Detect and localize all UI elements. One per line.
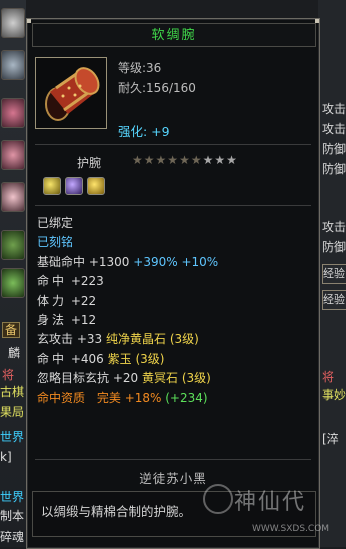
quality-grade: 完美 [96, 390, 121, 405]
yellow-gem-icon [43, 177, 61, 195]
bg-text: 制本 [0, 509, 25, 523]
star-rating: ★★★★★★★★★ [132, 153, 238, 167]
bg-text: 世界 [0, 430, 25, 444]
tooltip-title-bar: 软绸腕 [32, 23, 316, 47]
watermark-logo-icon [203, 484, 233, 514]
gem-attribute-row: 命中 +406 紫玉 (3级) [37, 350, 312, 369]
skill-slot-icon[interactable] [1, 50, 25, 80]
gem-name: 紫玉 (3级) [107, 351, 165, 366]
attr-value: +223 [70, 274, 104, 289]
bg-text: 防御 [322, 240, 346, 254]
attr-label: 命中 [37, 274, 68, 289]
bg-text: 事妙 [322, 388, 346, 402]
attr-value: +20 [112, 371, 139, 386]
divider [35, 205, 311, 206]
item-level: 等级:36 [118, 61, 162, 75]
bg-text: 攻击 [322, 122, 346, 136]
attribute-row: 基础命中 +1300 +390% +10% [37, 253, 312, 272]
attribute-row: 体力 +22 [37, 292, 312, 311]
attr-bonus: +390% +10% [133, 254, 219, 269]
star-icon: ★ [214, 153, 227, 167]
attr-value: +1300 [88, 254, 130, 269]
skill-slot-icon[interactable] [1, 98, 25, 128]
purple-gem-icon [65, 177, 83, 195]
gem-attribute-row: 玄攻击 +33 纯净黄晶石 (3级) [37, 330, 312, 349]
bg-exp-label: 经验 [323, 267, 345, 280]
star-icon: ★ [226, 153, 238, 167]
bg-text: [淬 [322, 432, 339, 446]
bg-text: 将 [322, 370, 335, 384]
attribute-row: 身法 +12 [37, 311, 312, 330]
attribute-list: 已绑定 已刻铭 基础命中 +1300 +390% +10% 命中 +223 体力… [37, 214, 312, 408]
attr-label: 命中 [37, 351, 68, 366]
bg-text: 攻击 [322, 102, 346, 116]
gem-name: 纯净黄晶石 (3级) [106, 332, 199, 347]
attr-value: +33 [76, 332, 103, 347]
bound-status: 已绑定 [37, 216, 74, 230]
attr-label: 身法 [37, 312, 68, 327]
gold-gem-icon [87, 177, 105, 195]
attribute-row: 命中 +223 [37, 272, 312, 291]
bg-text: 攻击 [322, 220, 346, 234]
frame-corner [315, 19, 319, 23]
skill-slot-icon[interactable] [1, 8, 25, 38]
bg-text: 古棋 [0, 385, 25, 399]
gem-attribute-row: 忽略目标玄抗 +20 黄冥石 (3级) [37, 369, 312, 388]
bg-text: 防御 [322, 142, 346, 156]
quality-percent: +18% [124, 390, 162, 405]
gem-name: 黄冥石 (3级) [142, 371, 211, 386]
bg-exp-button[interactable]: 经验 [322, 264, 346, 284]
skill-slot-icon[interactable] [1, 230, 25, 260]
attr-value: +12 [70, 312, 97, 327]
attr-label: 忽略目标玄抗 [37, 371, 110, 386]
item-durability: 耐久:156/160 [118, 81, 196, 95]
item-name: 软绸腕 [151, 28, 197, 43]
attr-label: 玄攻击 [37, 332, 74, 347]
star-icon: ★ [167, 153, 180, 167]
divider [35, 144, 311, 145]
bg-text: k] [0, 450, 12, 464]
bg-text: 世界 [0, 490, 25, 504]
star-icon: ★ [155, 153, 168, 167]
item-tooltip: 软绸腕 等级:36 耐久:156/160 强化: +9 护腕 ★★★★★★★★★… [26, 18, 320, 549]
star-icon: ★ [143, 153, 156, 167]
bg-text: 将 [2, 368, 15, 382]
star-icon: ★ [179, 153, 191, 167]
watermark-logo-text: 神仙代 [234, 490, 307, 515]
skill-slot-icon[interactable] [1, 182, 25, 212]
bg-equip-button[interactable]: 备 [2, 322, 21, 338]
star-icon: ★ [132, 153, 144, 167]
attr-label: 基础命中 [37, 254, 86, 269]
skill-slot-icon[interactable] [1, 268, 25, 298]
bg-text: 防御 [322, 162, 346, 176]
star-icon: ★ [190, 153, 203, 167]
quality-bonus: (+234) [165, 390, 208, 405]
item-enhance: 强化: +9 [118, 124, 170, 139]
attr-value: +406 [70, 351, 104, 366]
left-skill-bar [0, 0, 26, 547]
quality-label: 命中资质 [37, 390, 86, 405]
star-icon: ★ [202, 153, 215, 167]
bg-text: 碎魂 [0, 530, 25, 544]
frame-corner [27, 19, 31, 23]
bg-exp-label: 经验 [323, 293, 345, 306]
bg-text: 麟 [8, 346, 21, 360]
attr-label: 体力 [37, 293, 68, 308]
item-description: 以绸缎与精棉合制的护腕。 [41, 504, 192, 519]
watermark-url: WWW.SXDS.COM [252, 524, 330, 534]
item-icon-frame [35, 57, 107, 129]
bracer-icon [45, 67, 100, 121]
bg-text: 果局 [0, 405, 25, 419]
skill-slot-icon[interactable] [1, 140, 25, 170]
divider [35, 459, 311, 460]
engrave-status: 已刻铭 [37, 235, 74, 250]
quality-row: 命中资质 完美 +18% (+234) [37, 389, 312, 408]
bg-exp-button[interactable]: 经验 [322, 290, 346, 310]
item-type: 护腕 [77, 156, 102, 170]
attr-value: +22 [70, 293, 97, 308]
